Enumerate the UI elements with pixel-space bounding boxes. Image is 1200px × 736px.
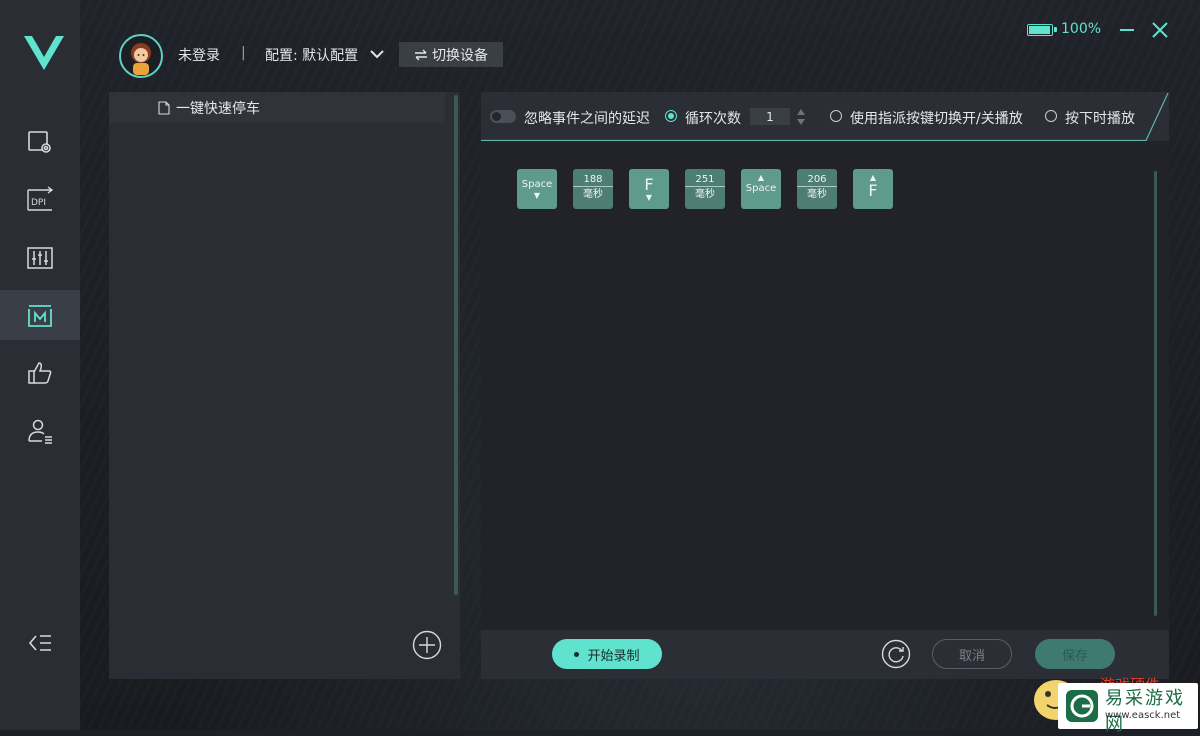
loop-count-radio[interactable] <box>665 110 677 122</box>
delay-unit: 毫秒 <box>807 189 827 200</box>
watermark-logo-icon <box>1066 690 1098 722</box>
swap-arrows-icon <box>415 49 427 60</box>
dpi-icon: DPI <box>27 186 54 211</box>
sidebar-item-account[interactable] <box>0 406 80 456</box>
loop-count-label: 循环次数 <box>685 111 741 127</box>
battery-percent: 100% <box>1061 21 1102 37</box>
delay-unit: 毫秒 <box>583 189 603 200</box>
delay-unit: 毫秒 <box>695 189 715 200</box>
macro-list-item[interactable]: 一键快速停车 <box>109 92 445 123</box>
battery-icon <box>1027 24 1057 36</box>
key-label: F <box>644 175 654 194</box>
svg-text:DPI: DPI <box>31 198 46 208</box>
ignore-delay-toggle[interactable] <box>490 110 516 123</box>
screen-gear-icon <box>28 131 51 153</box>
ignore-delay-label: 忽略事件之间的延迟 <box>524 111 650 127</box>
sidebar-item-rating[interactable] <box>0 348 80 398</box>
record-dot-icon <box>574 651 580 657</box>
macro-list-item-label: 一键快速停车 <box>176 100 260 117</box>
switch-device-label: 切换设备 <box>432 47 488 64</box>
toggle-play-radio[interactable] <box>830 110 842 122</box>
header-separator: | <box>241 45 246 61</box>
login-status[interactable]: 未登录 <box>178 45 220 65</box>
arrow-up-icon: ▲ <box>757 173 765 182</box>
start-recording-button[interactable]: 开始录制 <box>552 639 662 669</box>
switch-device-button[interactable]: 切换设备 <box>399 42 503 67</box>
delay-value: 251 <box>685 173 725 187</box>
macro-list-panel: 一键快速停车 <box>109 92 460 679</box>
brand-logo-icon <box>24 36 64 70</box>
key-event-down[interactable]: F ▼ <box>629 169 669 209</box>
delay-event[interactable]: 251 毫秒 <box>685 169 725 209</box>
watermark-site-url: www.easck.net <box>1105 710 1181 721</box>
sidebar-item-key-settings[interactable] <box>0 117 80 167</box>
close-icon[interactable] <box>1150 20 1170 40</box>
delay-event[interactable]: 188 毫秒 <box>573 169 613 209</box>
chevron-down-icon[interactable] <box>369 46 385 62</box>
delay-value: 206 <box>797 173 837 187</box>
refresh-icon[interactable] <box>881 639 911 669</box>
key-label: F <box>868 181 878 200</box>
arrow-down-icon: ▼ <box>533 191 541 200</box>
minimize-icon[interactable] <box>1118 20 1136 40</box>
user-list-icon <box>28 419 52 444</box>
press-play-label: 按下时播放 <box>1065 111 1135 127</box>
battery-fill <box>1029 26 1050 34</box>
sliders-icon <box>27 247 53 269</box>
loop-count-input[interactable] <box>750 108 790 125</box>
key-event-up[interactable]: ▲ F <box>853 169 893 209</box>
avatar-illustration-icon <box>131 43 151 75</box>
playback-options-bar: 忽略事件之间的延迟 循环次数 使用指派按键切换开/关播放 按下时播放 <box>481 92 1169 141</box>
toggle-play-label: 使用指派按键切换开/关播放 <box>850 111 1023 127</box>
sidebar: DPI <box>0 0 80 730</box>
editor-scrollbar[interactable] <box>1154 171 1157 616</box>
collapse-sidebar-button[interactable] <box>0 618 80 668</box>
sidebar-item-dpi[interactable]: DPI <box>0 175 80 225</box>
document-icon <box>158 100 170 115</box>
thumbs-up-icon <box>28 362 52 384</box>
delay-event[interactable]: 206 毫秒 <box>797 169 837 209</box>
config-selector[interactable]: 配置: 默认配置 <box>265 45 358 65</box>
key-event-down[interactable]: Space ▼ <box>517 169 557 209</box>
start-recording-label: 开始录制 <box>587 648 640 664</box>
avatar[interactable] <box>119 34 163 78</box>
sidebar-item-performance[interactable] <box>0 233 80 283</box>
key-event-up[interactable]: ▲ Space <box>741 169 781 209</box>
delay-value: 188 <box>573 173 613 187</box>
macro-editor-panel: 忽略事件之间的延迟 循环次数 使用指派按键切换开/关播放 按下时播放 Space… <box>481 92 1169 679</box>
press-play-radio[interactable] <box>1045 110 1057 122</box>
macro-list-scrollbar[interactable] <box>454 95 458 595</box>
sidebar-item-macro[interactable] <box>0 290 80 340</box>
key-label: Space <box>521 179 553 190</box>
macro-icon <box>28 305 52 327</box>
loop-count-stepper[interactable] <box>796 107 806 127</box>
add-macro-button[interactable] <box>412 630 442 660</box>
arrow-down-icon: ▼ <box>645 193 653 202</box>
collapse-menu-icon <box>28 635 51 651</box>
key-label: Space <box>745 183 777 194</box>
cancel-button[interactable]: 取消 <box>932 639 1012 669</box>
